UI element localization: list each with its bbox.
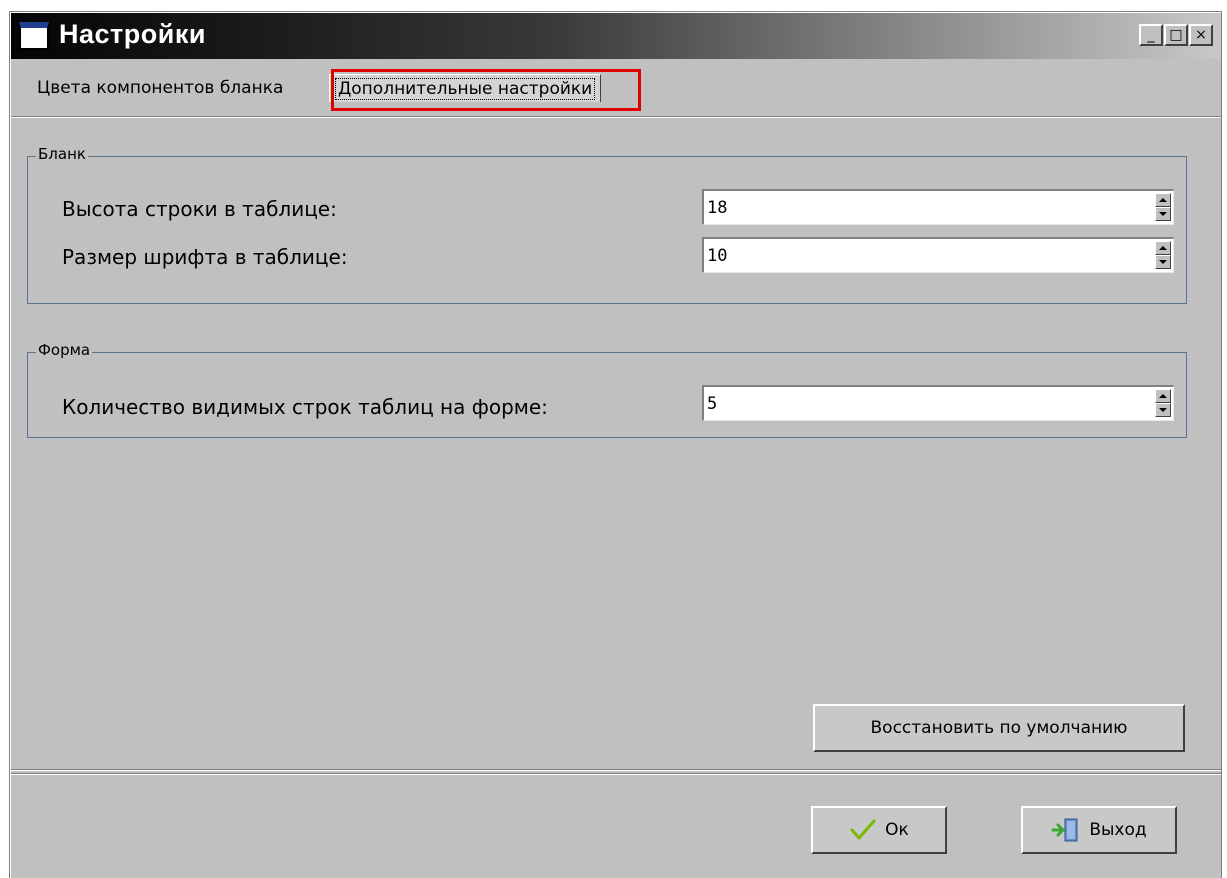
window-icon [19, 22, 49, 50]
spin-up-button[interactable] [1155, 193, 1171, 207]
ok-label: Ок [885, 820, 909, 840]
group-blank: Бланк Высота строки в таблице: 18 Размер… [27, 145, 1187, 304]
tab-strip: Цвета компонентов бланка Дополнительные … [11, 60, 1221, 117]
spin-buttons [1155, 389, 1171, 417]
down-arrow-icon [1159, 212, 1167, 216]
ok-button[interactable]: Ок [811, 806, 947, 854]
tab-label: Цвета компонентов бланка [37, 78, 284, 98]
visible-rows-value: 5 [707, 394, 718, 414]
group-legend: Форма [36, 341, 93, 359]
restore-defaults-label: Восстановить по умолчанию [870, 718, 1128, 738]
spin-buttons [1155, 241, 1171, 269]
spin-buttons [1155, 193, 1171, 221]
maximize-button[interactable]: □ [1164, 24, 1188, 46]
restore-defaults-button[interactable]: Восстановить по умолчанию [813, 704, 1185, 752]
visible-rows-label: Количество видимых строк таблиц на форме… [62, 395, 548, 419]
title-bar[interactable]: Настройки _ □ × [11, 13, 1221, 59]
tab-additional-settings[interactable]: Дополнительные настройки [329, 74, 602, 102]
exit-button[interactable]: Выход [1021, 806, 1177, 854]
row-height-stepper[interactable]: 18 [702, 189, 1174, 225]
up-arrow-icon [1159, 246, 1167, 250]
settings-window: Настройки _ □ × Цвета компонентов бланка… [10, 12, 1221, 878]
down-arrow-icon [1159, 408, 1167, 412]
font-size-label: Размер шрифта в таблице: [62, 245, 348, 269]
tab-label: Дополнительные настройки [334, 77, 596, 100]
minimize-button[interactable]: _ [1139, 24, 1163, 46]
row-height-value: 18 [707, 198, 728, 218]
checkmark-icon [850, 819, 876, 840]
font-size-stepper[interactable]: 10 [702, 237, 1174, 273]
spin-up-button[interactable] [1155, 389, 1171, 403]
up-arrow-icon [1159, 198, 1167, 202]
window-title: Настройки [59, 19, 206, 49]
group-form: Форма Количество видимых строк таблиц на… [27, 341, 1187, 438]
spin-down-button[interactable] [1155, 255, 1171, 269]
exit-door-icon [1051, 818, 1078, 842]
divider [11, 769, 1221, 771]
row-height-label: Высота строки в таблице: [62, 197, 337, 221]
spin-up-button[interactable] [1155, 241, 1171, 255]
font-size-value: 10 [707, 246, 728, 266]
divider [11, 773, 1221, 775]
exit-label: Выход [1089, 820, 1147, 840]
close-button[interactable]: × [1189, 24, 1213, 46]
tab-panel: Бланк Высота строки в таблице: 18 Размер… [11, 117, 1221, 768]
down-arrow-icon [1159, 260, 1167, 264]
spin-down-button[interactable] [1155, 403, 1171, 417]
tab-component-colors[interactable]: Цвета компонентов бланка [31, 74, 289, 102]
up-arrow-icon [1159, 394, 1167, 398]
visible-rows-stepper[interactable]: 5 [702, 385, 1174, 421]
spin-down-button[interactable] [1155, 207, 1171, 221]
group-legend: Бланк [36, 145, 88, 163]
